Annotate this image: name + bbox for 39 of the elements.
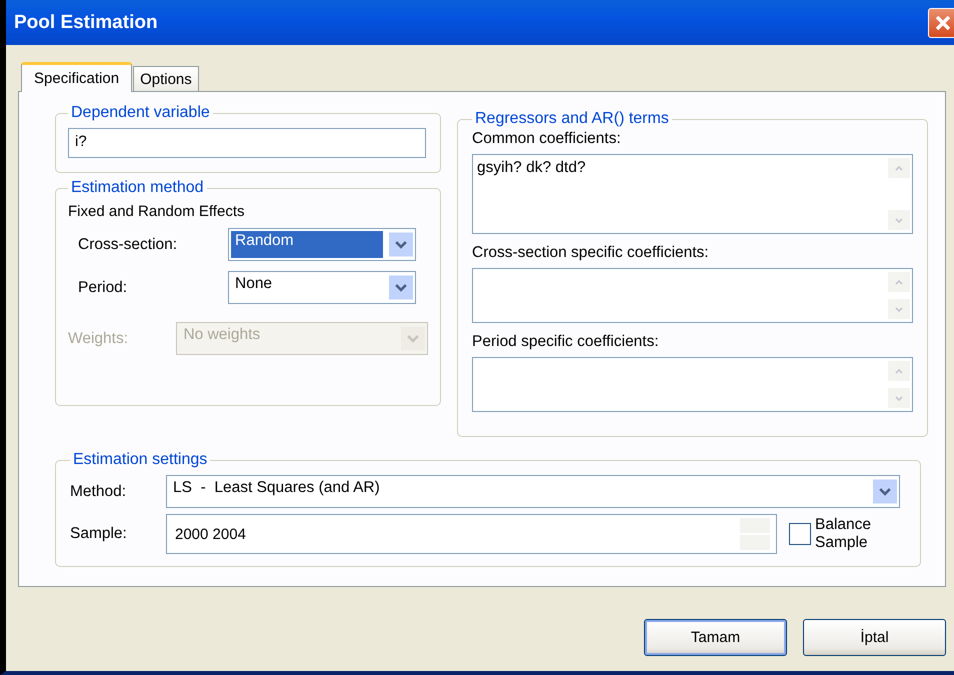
scroll-up-button[interactable] xyxy=(888,272,910,292)
chevron-up-icon xyxy=(894,366,904,376)
ok-button[interactable]: Tamam xyxy=(644,619,787,656)
sample-field[interactable]: 2000 2004 xyxy=(166,514,777,554)
cancel-button[interactable]: İptal xyxy=(803,619,946,656)
dropdown[interactable]: Random xyxy=(228,228,416,261)
chevron-up-icon xyxy=(894,163,904,173)
dropdown[interactable]: None xyxy=(228,271,416,304)
text-area[interactable] xyxy=(472,268,913,323)
tab[interactable]: Specification xyxy=(21,62,132,92)
scroll-up-button[interactable] xyxy=(888,158,910,178)
scroll-up-button[interactable] xyxy=(888,361,910,381)
group-title: Estimation method xyxy=(70,179,205,197)
field-label: Cross-section specific coefficients: xyxy=(472,244,710,262)
section-label: Fixed and Random Effects xyxy=(68,203,246,220)
scroll-down-button[interactable] xyxy=(888,388,910,408)
window-title: Pool Estimation xyxy=(14,12,158,34)
field-label: Period: xyxy=(78,278,128,296)
dependent-variable-field[interactable]: i? xyxy=(68,128,426,158)
dropdown[interactable]: LS - Least Squares (and AR) xyxy=(166,475,900,508)
chevron-up-icon xyxy=(894,277,904,287)
field-label: Common coefficients: xyxy=(472,130,622,148)
field-label: Sample: xyxy=(70,525,128,543)
field-label: Period specific coefficients: xyxy=(472,333,660,351)
close-button[interactable] xyxy=(928,8,954,38)
group-title: Regressors and AR() terms xyxy=(474,110,670,128)
checkbox-label: Balance Sample xyxy=(815,516,872,552)
checkbox[interactable] xyxy=(789,523,811,545)
field-label: Weights: xyxy=(68,330,130,348)
close-icon xyxy=(934,14,952,32)
group-title: Dependent variable xyxy=(70,104,211,122)
group-title: Estimation settings xyxy=(72,451,208,469)
tab[interactable]: Options xyxy=(133,66,199,91)
scroll-down-button[interactable] xyxy=(888,299,910,319)
scroll-down-button[interactable] xyxy=(888,210,910,230)
field-label: Cross-section: xyxy=(78,236,178,254)
field-label: Method: xyxy=(70,482,128,500)
text-area[interactable]: gsyih? dk? dtd? xyxy=(472,154,913,234)
text-area[interactable] xyxy=(472,357,913,412)
